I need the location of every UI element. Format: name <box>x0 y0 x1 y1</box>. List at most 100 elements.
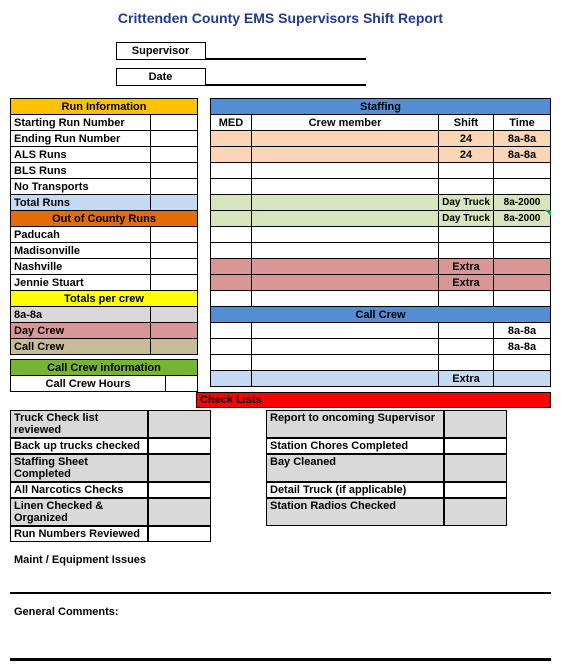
r4-crew[interactable] <box>252 179 439 195</box>
c3-med[interactable] <box>211 355 252 371</box>
daycrew-val[interactable] <box>151 323 198 339</box>
col-shift: Shift <box>439 115 494 131</box>
cl-b2-val[interactable] <box>444 438 507 454</box>
cl-a2-val[interactable] <box>148 438 211 454</box>
c2-crew[interactable] <box>252 339 439 355</box>
r10-time[interactable] <box>494 275 551 291</box>
r8-med[interactable] <box>211 243 252 259</box>
cl-b1: Report to oncoming Supervisor <box>266 410 444 438</box>
shift8a-val[interactable] <box>151 307 198 323</box>
r6-med[interactable] <box>211 211 252 227</box>
c4-crew[interactable] <box>252 371 439 387</box>
end-run-label: Ending Run Number <box>11 131 151 147</box>
cl-a4-val[interactable] <box>148 482 211 498</box>
r8-crew[interactable] <box>252 243 439 259</box>
c3-shift[interactable] <box>439 355 494 371</box>
r7-shift[interactable] <box>439 227 494 243</box>
r3-med[interactable] <box>211 163 252 179</box>
r10-med[interactable] <box>211 275 252 291</box>
maint-line <box>10 592 551 594</box>
cc-hours-label: Call Crew Hours <box>11 376 166 392</box>
c1-med[interactable] <box>211 323 252 339</box>
cl-a1: Truck Check list reviewed <box>10 410 148 438</box>
cc-hours-val[interactable] <box>166 376 198 392</box>
r3-shift[interactable] <box>439 163 494 179</box>
c1-crew[interactable] <box>252 323 439 339</box>
paducah-val[interactable] <box>151 227 198 243</box>
r2-crew[interactable] <box>252 147 439 163</box>
nashville-label: Nashville <box>11 259 151 275</box>
r5-med[interactable] <box>211 195 252 211</box>
r1-med[interactable] <box>211 131 252 147</box>
cl-b3-val[interactable] <box>444 454 507 482</box>
cl-a1-val[interactable] <box>148 410 211 438</box>
c3-crew[interactable] <box>252 355 439 371</box>
jennie-val[interactable] <box>151 275 198 291</box>
cl-a6: Run Numbers Reviewed <box>10 526 148 542</box>
r4-med[interactable] <box>211 179 252 195</box>
c4-med[interactable] <box>211 371 252 387</box>
r3-time[interactable] <box>494 163 551 179</box>
start-run-val[interactable] <box>151 115 198 131</box>
r2-med[interactable] <box>211 147 252 163</box>
date-input-line[interactable] <box>206 66 366 86</box>
c1-shift[interactable] <box>439 323 494 339</box>
r4-time[interactable] <box>494 179 551 195</box>
c3-time[interactable] <box>494 355 551 371</box>
paducah-label: Paducah <box>11 227 151 243</box>
als-label: ALS Runs <box>11 147 151 163</box>
cl-b5: Station Radios Checked <box>266 498 444 526</box>
notrans-val[interactable] <box>151 179 198 195</box>
r7-time[interactable] <box>494 227 551 243</box>
maint-label: Maint / Equipment Issues <box>14 554 551 566</box>
cl-a5-val[interactable] <box>148 498 211 526</box>
daycrew-label: Day Crew <box>11 323 151 339</box>
col-time: Time <box>494 115 551 131</box>
als-val[interactable] <box>151 147 198 163</box>
cl-a4: All Narcotics Checks <box>10 482 148 498</box>
supervisor-row: Supervisor <box>0 40 511 60</box>
r8-shift[interactable] <box>439 243 494 259</box>
cl-a3-val[interactable] <box>148 454 211 482</box>
c2-shift[interactable] <box>439 339 494 355</box>
cl-b4-val[interactable] <box>444 482 507 498</box>
r7-crew[interactable] <box>252 227 439 243</box>
cl-a6-val[interactable] <box>148 526 211 542</box>
r8-time[interactable] <box>494 243 551 259</box>
bls-val[interactable] <box>151 163 198 179</box>
c2-med[interactable] <box>211 339 252 355</box>
shift8a-label: 8a-8a <box>11 307 151 323</box>
col-crew: Crew member <box>252 115 439 131</box>
r9-time[interactable] <box>494 259 551 275</box>
r11-time[interactable] <box>494 291 551 307</box>
callcrew-val[interactable] <box>151 339 198 355</box>
total-val[interactable] <box>151 195 198 211</box>
r5-crew[interactable] <box>252 195 439 211</box>
madisonville-val[interactable] <box>151 243 198 259</box>
c4-time[interactable] <box>494 371 551 387</box>
end-run-val[interactable] <box>151 131 198 147</box>
date-row: Date <box>0 66 511 86</box>
supervisor-input-line[interactable] <box>206 40 366 60</box>
out-county-header: Out of County Runs <box>11 211 198 227</box>
r3-crew[interactable] <box>252 163 439 179</box>
comments-line <box>10 658 551 661</box>
r4-shift[interactable] <box>439 179 494 195</box>
cl-a2: Back up trucks checked <box>10 438 148 454</box>
r7-med[interactable] <box>211 227 252 243</box>
r10-crew[interactable] <box>252 275 439 291</box>
left-table: Run Information Starting Run Number Endi… <box>10 98 198 355</box>
r11-crew[interactable] <box>252 291 439 307</box>
cl-b1-val[interactable] <box>444 410 507 438</box>
cc-info-table: Call Crew information Call Crew Hours <box>10 359 198 392</box>
r9-crew[interactable] <box>252 259 439 275</box>
r11-med[interactable] <box>211 291 252 307</box>
r6-crew[interactable] <box>252 211 439 227</box>
cl-b5-val[interactable] <box>444 498 507 526</box>
page-title: Crittenden County EMS Supervisors Shift … <box>10 10 551 26</box>
nashville-val[interactable] <box>151 259 198 275</box>
r9-med[interactable] <box>211 259 252 275</box>
r1-crew[interactable] <box>252 131 439 147</box>
r2-time: 8a-8a <box>494 147 551 163</box>
r11-shift[interactable] <box>439 291 494 307</box>
